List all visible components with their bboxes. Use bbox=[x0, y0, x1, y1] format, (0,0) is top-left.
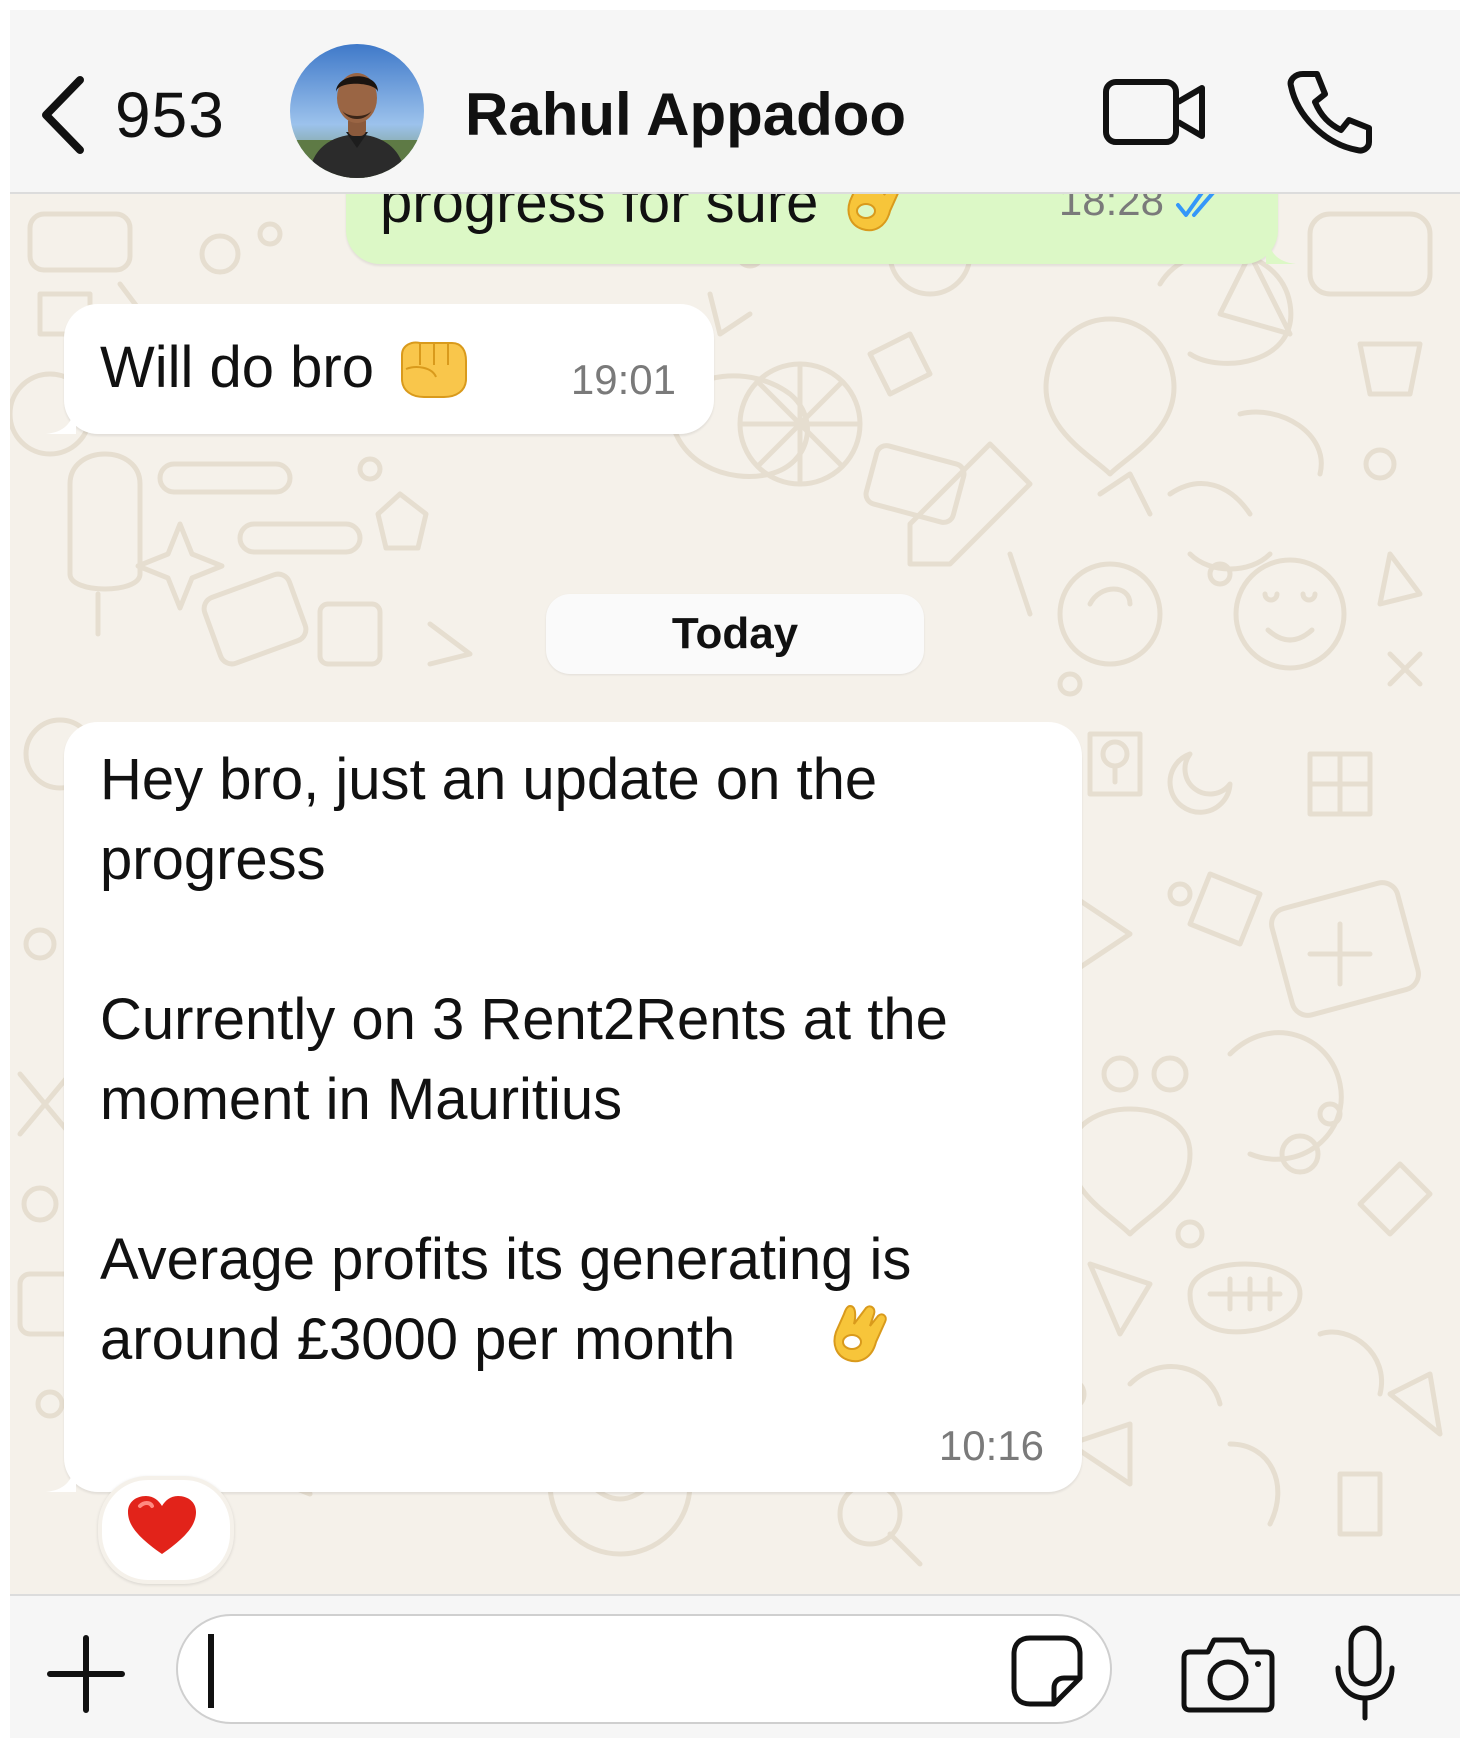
microphone-icon[interactable] bbox=[1330, 1624, 1400, 1724]
camera-icon[interactable] bbox=[1180, 1632, 1276, 1716]
message-reaction[interactable] bbox=[98, 1476, 234, 1584]
message-outgoing[interactable]: progress for sure 18:28 bbox=[346, 194, 1296, 264]
message-time: 10:16 bbox=[938, 1422, 1044, 1469]
message-incoming[interactable]: Hey bro, just an update on the progress … bbox=[46, 722, 1082, 1492]
video-camera-icon[interactable] bbox=[1100, 72, 1210, 152]
message-list[interactable]: progress for sure 18:28 Will do bro 19:0… bbox=[10, 194, 1460, 1594]
message-text: progress for sure bbox=[380, 194, 819, 235]
fist-bump-emoji bbox=[400, 341, 467, 398]
message-time: 19:01 bbox=[570, 356, 676, 403]
ok-hand-emoji bbox=[833, 1304, 887, 1363]
red-heart-icon bbox=[128, 1496, 196, 1554]
sticker-icon[interactable] bbox=[1010, 1634, 1084, 1708]
text-caret bbox=[208, 1634, 214, 1708]
message-paragraph: Average profits its generating is around… bbox=[100, 1227, 928, 1372]
unread-count[interactable]: 953 bbox=[115, 78, 225, 152]
message-composer bbox=[10, 1594, 1460, 1738]
read-receipt-icon bbox=[1176, 194, 1215, 217]
message-text: Will do bro bbox=[100, 335, 374, 400]
chat-header: 953 Rahul Appadoo bbox=[10, 10, 1460, 194]
contact-name[interactable]: Rahul Appadoo bbox=[465, 80, 906, 149]
plus-icon[interactable] bbox=[46, 1634, 126, 1714]
message-incoming[interactable]: Will do bro 19:01 bbox=[46, 304, 714, 434]
whatsapp-chat-screen: 953 Rahul Appadoo progress for sure 18:2… bbox=[10, 10, 1460, 1738]
avatar[interactable] bbox=[290, 44, 424, 178]
ok-hand-emoji bbox=[847, 194, 900, 232]
message-time: 18:28 bbox=[1058, 194, 1164, 224]
message-paragraph: Currently on 3 Rent2Rents at the moment … bbox=[100, 987, 965, 1132]
phone-icon[interactable] bbox=[1285, 66, 1375, 156]
message-input[interactable] bbox=[176, 1614, 1112, 1724]
chevron-left-icon[interactable] bbox=[34, 70, 94, 160]
date-separator: Today bbox=[546, 594, 924, 674]
message-paragraph: Hey bro, just an update on the progress bbox=[100, 747, 894, 892]
